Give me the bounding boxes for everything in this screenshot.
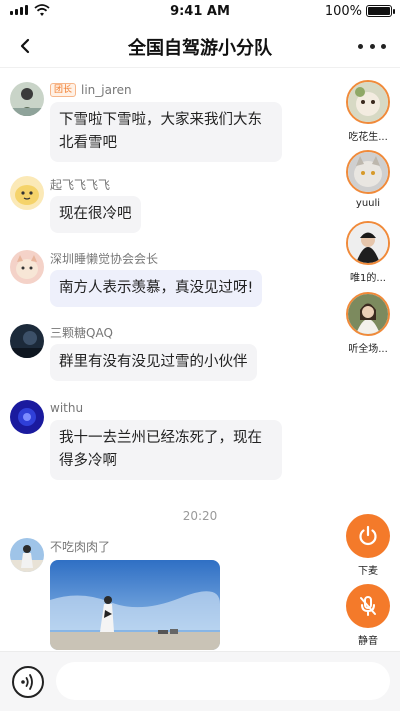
battery-icon [366, 5, 395, 17]
seat-name: 吃花生... [348, 132, 388, 143]
mic-seat[interactable]: 吃花生... [345, 80, 391, 143]
avatar [346, 221, 390, 265]
avatar [346, 150, 390, 194]
message-bubble[interactable]: 下雪啦下雪啦，大家来我们大东北看雪吧 [50, 102, 282, 162]
chat-message: 起飞飞飞飞 现在很冷吧 [10, 176, 310, 236]
avatar[interactable] [10, 538, 44, 572]
voice-wave-icon[interactable] [12, 666, 44, 698]
avatar[interactable] [10, 82, 44, 116]
chat-message: 深圳睡懒觉协会会长 南方人表示羡慕，真没见过呀! [10, 250, 310, 310]
chat-message: 不吃肉肉了 [10, 538, 230, 650]
mic-seat[interactable]: 听全场... [345, 292, 391, 355]
mute-label: 静音 [358, 636, 378, 647]
status-bar: 9:41 AM 100% [0, 0, 400, 24]
seat-name: yuuli [355, 198, 381, 209]
sender-name: 深圳睡懒觉协会会长 [50, 251, 159, 266]
message-bubble[interactable]: 现在很冷吧 [50, 196, 141, 233]
sender-name: 不吃肉肉了 [50, 539, 111, 554]
mic-off-icon [360, 596, 376, 616]
avatar[interactable] [10, 324, 44, 358]
mic-seat[interactable]: yuuli [345, 150, 391, 209]
battery-percent: 100% [324, 4, 362, 19]
chat-message: withu 我十一去兰州已经冻死了，现在得多冷啊 [10, 400, 310, 484]
mic-seat[interactable]: 唯1的... [345, 221, 391, 284]
seat-name: 听全场... [348, 344, 388, 355]
chat-message: 团长 lin_jaren 下雪啦下雪啦，大家来我们大东北看雪吧 [10, 82, 310, 166]
message-bubble[interactable]: 群里有没有没见过雪的小伙伴 [50, 344, 257, 381]
hangup-button[interactable]: 下麦 [345, 514, 391, 577]
mute-button[interactable]: 静音 [345, 584, 391, 647]
avatar [346, 80, 390, 124]
leader-badge: 团长 [50, 83, 77, 97]
avatar[interactable] [10, 400, 44, 434]
chat-header: 全国自驾游小分队 [0, 24, 400, 68]
avatar[interactable] [10, 176, 44, 210]
message-photo[interactable] [50, 560, 220, 650]
seat-name: 唯1的... [350, 273, 386, 284]
message-input[interactable] [56, 662, 390, 700]
more-horizontal-icon[interactable] [358, 36, 386, 56]
sender-name: 三颗糖QAQ [50, 325, 113, 340]
page-title: 全国自驾游小分队 [128, 38, 272, 59]
hangup-label: 下麦 [358, 566, 378, 577]
sender-name: lin_jaren [81, 83, 132, 97]
message-bubble[interactable]: 南方人表示羡慕，真没见过呀! [50, 270, 263, 307]
message-bubble[interactable]: 我十一去兰州已经冻死了，现在得多冷啊 [50, 420, 282, 480]
avatar[interactable] [10, 250, 44, 284]
sender-name: 起飞飞飞飞 [50, 177, 111, 192]
input-bar [0, 651, 400, 711]
time-separator: 20:20 [182, 509, 218, 523]
sender-name: withu [50, 401, 84, 415]
avatar [346, 292, 390, 336]
power-icon [359, 525, 377, 546]
chat-message: 三颗糖QAQ 群里有没有没见过雪的小伙伴 [10, 324, 310, 384]
